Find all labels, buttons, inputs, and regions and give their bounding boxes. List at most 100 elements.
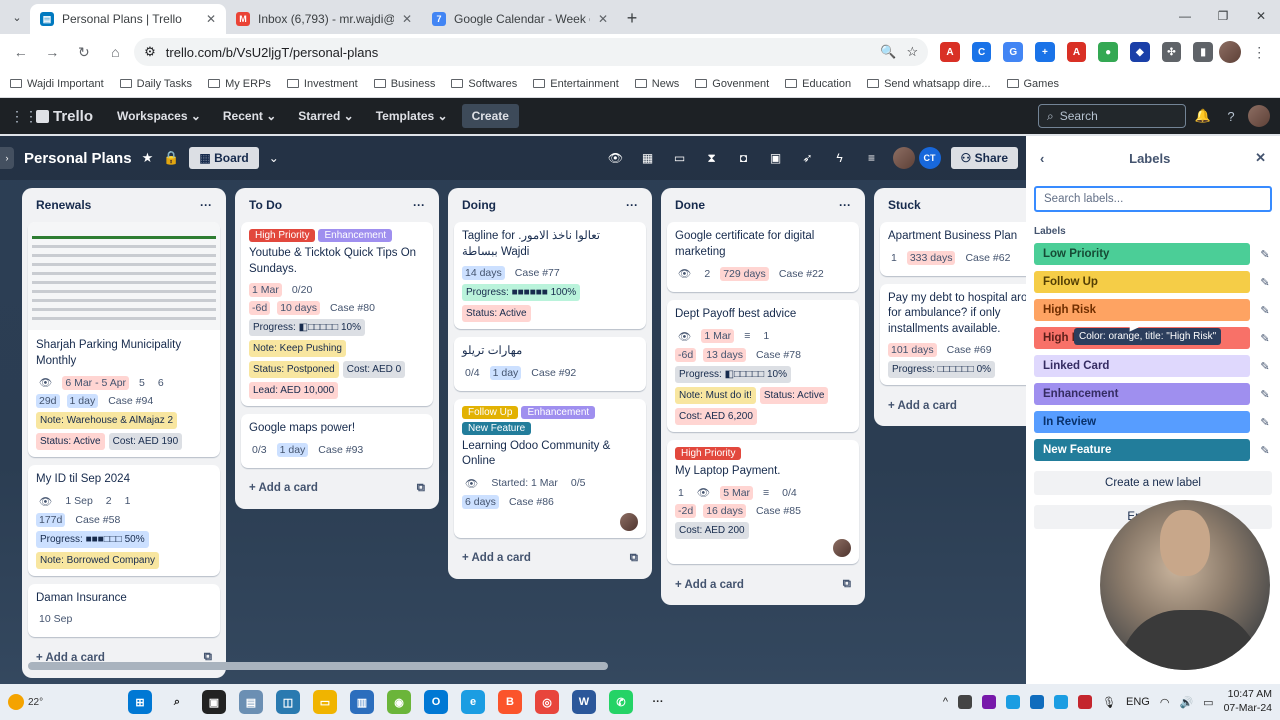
home-icon[interactable]: ⌂ xyxy=(103,39,129,65)
create-label-button[interactable]: Create a new label xyxy=(1034,471,1272,495)
list-title[interactable]: Doing xyxy=(462,198,496,212)
extension-icon[interactable]: + xyxy=(1035,42,1055,62)
add-card-button[interactable]: + Add a card⧉ xyxy=(667,572,859,597)
member-avatar-ct[interactable]: CT xyxy=(918,147,941,169)
new-tab-button[interactable]: + xyxy=(618,4,646,32)
card[interactable]: Tagline for .تعالوا ناخذ الامور ببساطة W… xyxy=(454,222,646,330)
camera-icon[interactable]: ◘ xyxy=(733,151,755,165)
card[interactable]: Daman Insurance 10 Sep xyxy=(28,583,220,638)
pdf-icon[interactable]: A xyxy=(1066,42,1087,62)
starred-menu[interactable]: Starred ⌄ xyxy=(290,103,361,129)
tray-icon[interactable] xyxy=(1030,695,1045,709)
map-icon[interactable]: ▣ xyxy=(765,151,787,165)
card[interactable]: Follow Up Enhancement New Feature Learning … xyxy=(454,398,646,538)
bookmark-item[interactable]: News xyxy=(634,78,679,90)
list-menu-icon[interactable]: ··· xyxy=(413,198,425,212)
zoom-icon[interactable]: 🔍 xyxy=(880,44,896,60)
extension-icon[interactable]: ● xyxy=(1098,42,1118,62)
card[interactable]: High Priority My Laptop Payment. 1 👁 5 Mar ≡ 0… xyxy=(667,439,859,565)
bookmark-item[interactable]: Softwares xyxy=(451,78,517,90)
close-tab-icon[interactable]: ✕ xyxy=(206,12,216,26)
edit-label-icon[interactable]: ✎ xyxy=(1258,360,1272,373)
workspaces-menu[interactable]: Workspaces ⌄ xyxy=(109,103,209,129)
watch-icon[interactable]: 👁 xyxy=(605,151,627,165)
card-member-avatar[interactable] xyxy=(620,512,638,531)
list-menu-icon[interactable]: ··· xyxy=(626,198,638,212)
bookmark-item[interactable]: Games xyxy=(1006,78,1059,90)
card[interactable]: High Priority Enhancement Youtube & Tickto… xyxy=(241,222,433,407)
label-option[interactable]: In Review xyxy=(1034,411,1250,433)
list-menu-icon[interactable]: ··· xyxy=(839,198,851,212)
card-aging-icon[interactable]: ▭ xyxy=(669,151,691,165)
edit-label-icon[interactable]: ✎ xyxy=(1258,444,1272,457)
onenote-icon[interactable] xyxy=(982,695,997,709)
restore-icon[interactable]: ❐ xyxy=(1204,0,1242,32)
chrome-icon[interactable]: ◎ xyxy=(535,690,559,714)
expand-sidebar-icon[interactable]: › xyxy=(0,147,14,169)
puzzle-icon[interactable]: ✣ xyxy=(1161,42,1182,62)
card[interactable]: My ID til Sep 2024 👁 1 Sep 2 1 177d Case #58 Pr… xyxy=(28,465,220,576)
back-icon[interactable]: ← xyxy=(8,39,34,65)
trello-search-input[interactable]: ⌕ Search xyxy=(1038,104,1186,128)
tab-search-icon[interactable]: ⌄ xyxy=(8,8,26,26)
search-labels-input[interactable]: Search labels... xyxy=(1034,186,1272,212)
back-icon[interactable]: ‹ xyxy=(1040,151,1044,166)
notifications-icon[interactable]: 🔔 xyxy=(1192,108,1214,124)
close-icon[interactable]: ✕ xyxy=(1255,150,1266,166)
list-column[interactable]: Renewals ··· Sharjah Parking Municipality … xyxy=(22,188,226,679)
bookmark-item[interactable]: Govenment xyxy=(695,78,769,90)
template-icon[interactable]: ⧉ xyxy=(843,578,851,591)
language-indicator[interactable]: ENG xyxy=(1126,696,1150,708)
hourglass-icon[interactable]: ⧗ xyxy=(701,151,723,166)
url-omnibox[interactable]: ⚙ trello.com/b/VsU2ljgT/personal-plans 🔍… xyxy=(134,38,929,66)
sidebar-icon[interactable]: ▮ xyxy=(1193,42,1213,62)
bluetooth-icon[interactable] xyxy=(1054,695,1069,709)
trello-logo[interactable]: Trello xyxy=(36,108,93,125)
list-menu-icon[interactable]: ··· xyxy=(200,198,212,212)
share-button[interactable]: ⚇ Share xyxy=(950,147,1018,169)
forward-icon[interactable]: → xyxy=(40,39,66,65)
edit-label-icon[interactable]: ✎ xyxy=(1258,416,1272,429)
app-icon[interactable]: ◉ xyxy=(387,690,411,714)
close-tab-icon[interactable]: ✕ xyxy=(598,12,608,26)
edit-label-icon[interactable]: ✎ xyxy=(1258,332,1272,345)
edit-label-icon[interactable]: ✎ xyxy=(1258,388,1272,401)
card-label[interactable]: Enhancement xyxy=(318,229,393,242)
help-icon[interactable]: ? xyxy=(1220,109,1242,124)
start-icon[interactable]: ⊞ xyxy=(128,690,152,714)
edit-label-icon[interactable]: ✎ xyxy=(1258,304,1272,317)
board-title[interactable]: Personal Plans xyxy=(24,150,132,167)
outlook-icon[interactable]: O xyxy=(424,690,448,714)
label-option[interactable]: Enhancement xyxy=(1034,383,1250,405)
horizontal-scrollbar[interactable] xyxy=(28,662,608,670)
member-avatar[interactable] xyxy=(892,147,915,169)
list-title[interactable]: Stuck xyxy=(888,198,921,212)
card-label[interactable]: High Priority xyxy=(675,446,742,460)
bookmark-item[interactable]: Business xyxy=(373,78,435,90)
tray-icon[interactable] xyxy=(958,695,973,709)
rocket-icon[interactable]: ➶ xyxy=(797,151,819,165)
star-icon[interactable]: ★ xyxy=(142,150,154,166)
add-card-button[interactable]: + Add a card⧉ xyxy=(241,476,433,501)
card-label[interactable]: New Feature xyxy=(462,421,532,435)
tray-icon[interactable] xyxy=(1006,695,1021,709)
word-icon[interactable]: W xyxy=(572,690,596,714)
edit-label-icon[interactable]: ✎ xyxy=(1258,276,1272,289)
card[interactable]: Dept Payoff best advice 👁 1 Mar ≡ 1 -6d 13 day… xyxy=(667,300,859,432)
task-view-icon[interactable]: ▣ xyxy=(202,690,226,714)
tray-icon[interactable] xyxy=(1078,695,1093,709)
board-view-button[interactable]: ▦ Board xyxy=(189,147,259,169)
more-apps-icon[interactable]: ··· xyxy=(646,690,670,714)
more-icon[interactable]: ⋮ xyxy=(1247,39,1273,65)
close-tab-icon[interactable]: ✕ xyxy=(402,12,412,26)
extension-icon[interactable]: C xyxy=(971,42,992,62)
battery-icon[interactable]: ▭ xyxy=(1203,696,1213,709)
whatsapp-icon[interactable]: ✆ xyxy=(609,690,633,714)
brave-icon[interactable]: B xyxy=(498,690,522,714)
volume-icon[interactable]: 🔊 xyxy=(1179,696,1193,709)
chevron-down-icon[interactable]: ⌄ xyxy=(269,151,279,165)
list-column[interactable]: Done ··· Google certificate for digital ma… xyxy=(661,188,865,606)
label-option[interactable]: High Risk xyxy=(1034,299,1250,321)
bookmark-item[interactable]: Send whatsapp dire... xyxy=(867,78,991,90)
bookmark-item[interactable]: Education xyxy=(785,78,851,90)
